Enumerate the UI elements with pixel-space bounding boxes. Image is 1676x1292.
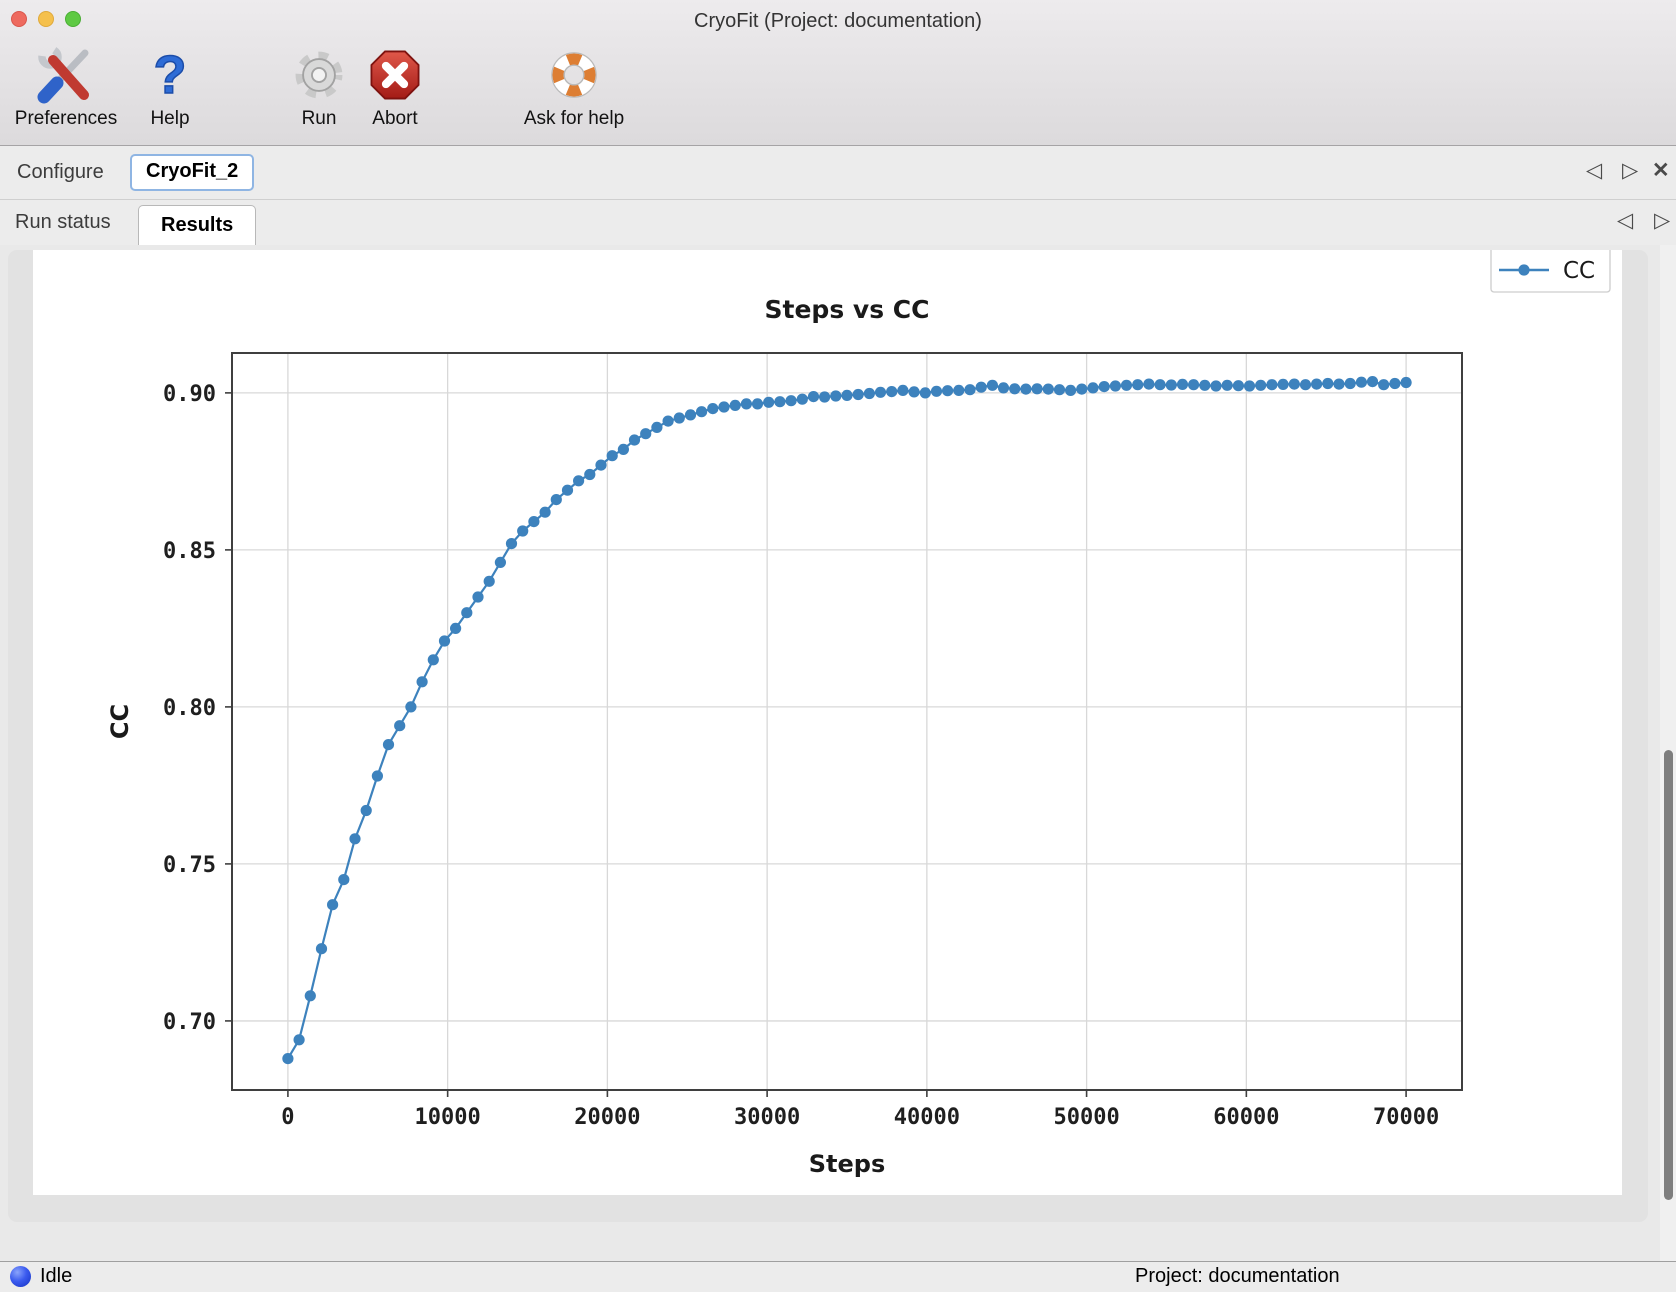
toolbar: Preferences ? Help Run <box>0 40 1676 145</box>
x-tick-label: 40000 <box>894 1105 960 1130</box>
y-tick-label: 0.90 <box>163 382 216 407</box>
vertical-scrollbar[interactable] <box>1660 245 1676 1261</box>
y-axis: 0.70 0.75 0.80 0.85 0.90 <box>163 382 232 1035</box>
primary-tab-bar: Configure CryoFit_2 ◁ ▷ ✕ <box>0 146 1676 200</box>
x-tick-label: 60000 <box>1213 1105 1279 1130</box>
secondary-tab-bar: Run status Results ◁ ▷ <box>0 200 1676 246</box>
toolbar-item-label: Preferences <box>8 108 124 130</box>
x-tick-label: 0 <box>281 1105 294 1130</box>
tab-scroll-left-icon[interactable]: ◁ <box>1586 160 1602 181</box>
tab-cryofit-2[interactable]: CryoFit_2 <box>130 154 254 191</box>
results-panel: 0 10000 20000 30000 40000 50000 60000 70000 0.70… <box>8 250 1648 1222</box>
grid <box>232 353 1462 1090</box>
status-text: Idle <box>40 1265 72 1288</box>
ask-for-help-button[interactable]: Ask for help <box>504 44 644 130</box>
titlebar: CryoFit (Project: documentation) <box>0 0 1676 40</box>
axes-box <box>232 353 1462 1090</box>
app-window: CryoFit (Project: documentation) Prefere… <box>0 0 1676 1292</box>
status-bar: Idle Project: documentation <box>0 1261 1676 1292</box>
abort-button[interactable]: Abort <box>355 44 435 130</box>
status-indicator-icon <box>10 1266 31 1287</box>
tab-configure[interactable]: Configure <box>17 161 104 184</box>
chart-legend: CC <box>1491 250 1610 292</box>
subtab-scroll-left-icon[interactable]: ◁ <box>1617 210 1633 231</box>
x-tick-label: 50000 <box>1053 1105 1119 1130</box>
tab-run-status[interactable]: Run status <box>15 211 111 234</box>
project-label: Project: documentation <box>1135 1265 1340 1288</box>
chart-title: Steps vs CC <box>765 295 930 324</box>
x-axis: 0 10000 20000 30000 40000 50000 60000 70000 <box>281 1090 1439 1130</box>
x-tick-label: 10000 <box>415 1105 481 1130</box>
y-tick-label: 0.75 <box>163 853 216 878</box>
x-tick-label: 20000 <box>574 1105 640 1130</box>
help-button[interactable]: ? Help <box>132 44 208 130</box>
x-tick-label: 70000 <box>1373 1105 1439 1130</box>
x-tick-label: 30000 <box>734 1105 800 1130</box>
subtab-scroll-right-icon[interactable]: ▷ <box>1654 210 1670 231</box>
chart-canvas: 0 10000 20000 30000 40000 50000 60000 70000 0.70… <box>33 250 1622 1195</box>
steps-vs-cc-chart: 0 10000 20000 30000 40000 50000 60000 70000 0.70… <box>33 250 1622 1195</box>
tab-scroll-right-icon[interactable]: ▷ <box>1622 160 1638 181</box>
run-button[interactable]: Run <box>283 44 355 130</box>
question-mark-icon: ? <box>132 44 208 106</box>
gear-icon <box>283 44 355 106</box>
life-ring-icon <box>504 44 644 106</box>
x-axis-label: Steps <box>809 1150 886 1178</box>
y-tick-label: 0.80 <box>163 696 216 721</box>
y-tick-label: 0.70 <box>163 1010 216 1035</box>
legend-label: CC <box>1563 258 1595 284</box>
toolbar-item-label: Ask for help <box>504 108 644 130</box>
y-axis-label: CC <box>106 704 134 739</box>
results-content: 0 10000 20000 30000 40000 50000 60000 70000 0.70… <box>0 245 1676 1261</box>
series-cc <box>282 376 1411 1064</box>
tab-results[interactable]: Results <box>138 205 256 245</box>
scrollbar-thumb[interactable] <box>1664 750 1673 1200</box>
toolbar-item-label: Run <box>283 108 355 130</box>
tab-close-icon[interactable]: ✕ <box>1652 160 1670 181</box>
toolbar-item-label: Help <box>132 108 208 130</box>
tools-icon <box>8 44 124 106</box>
stop-x-icon <box>355 44 435 106</box>
y-tick-label: 0.85 <box>163 539 216 564</box>
toolbar-item-label: Abort <box>355 108 435 130</box>
window-chrome: CryoFit (Project: documentation) Prefere… <box>0 0 1676 146</box>
window-title: CryoFit (Project: documentation) <box>0 0 1676 40</box>
preferences-button[interactable]: Preferences <box>8 44 124 130</box>
